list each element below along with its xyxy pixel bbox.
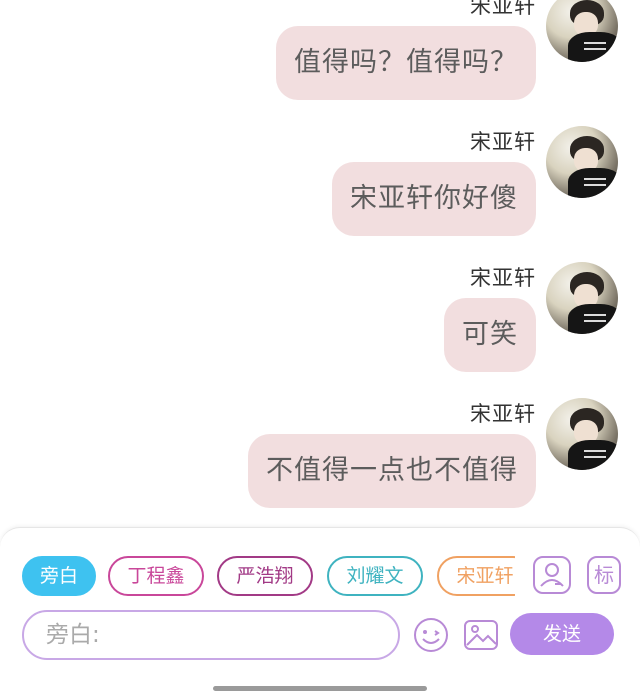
sender-name: 宋亚轩: [470, 0, 536, 18]
chat-area[interactable]: 宋亚轩 值得吗？值得吗？ 宋亚轩 宋亚轩你好傻 宋亚轩 可笑 宋亚轩 不值得一点…: [0, 0, 640, 528]
compose-panel: 旁白 丁程鑫 严浩翔 刘耀文 宋亚轩 标 旁白: 发送: [0, 527, 640, 696]
avatar[interactable]: [546, 0, 618, 62]
send-button[interactable]: 发送: [510, 613, 614, 655]
role-chip-liu-yaowen[interactable]: 刘耀文: [327, 556, 423, 596]
avatar[interactable]: [546, 262, 618, 334]
contact-card-button[interactable]: [533, 556, 571, 594]
message-bubble[interactable]: 可笑: [444, 298, 536, 372]
role-chip-ding-chengxin[interactable]: 丁程鑫: [108, 556, 204, 596]
home-indicator[interactable]: [213, 686, 427, 691]
role-chip-yan-haoxiang[interactable]: 严浩翔: [217, 556, 313, 596]
tag-button[interactable]: 标: [587, 556, 621, 594]
emoji-button[interactable]: [412, 616, 450, 654]
sender-name: 宋亚轩: [470, 402, 536, 426]
avatar[interactable]: [546, 126, 618, 198]
message-bubble[interactable]: 值得吗？值得吗？: [276, 26, 536, 100]
role-chip-song-yaxuan[interactable]: 宋亚轩: [437, 556, 515, 596]
smiley-icon: [414, 618, 448, 652]
message-bubble[interactable]: 不值得一点也不值得: [248, 434, 536, 508]
message-input[interactable]: 旁白:: [22, 610, 400, 660]
sender-name: 宋亚轩: [470, 130, 536, 154]
image-button[interactable]: [462, 616, 500, 654]
message-bubble[interactable]: 宋亚轩你好傻: [332, 162, 536, 236]
sender-name: 宋亚轩: [470, 266, 536, 290]
role-chip-narrator[interactable]: 旁白: [22, 556, 96, 596]
person-icon: [540, 563, 564, 587]
avatar[interactable]: [546, 398, 618, 470]
image-icon: [464, 620, 498, 650]
